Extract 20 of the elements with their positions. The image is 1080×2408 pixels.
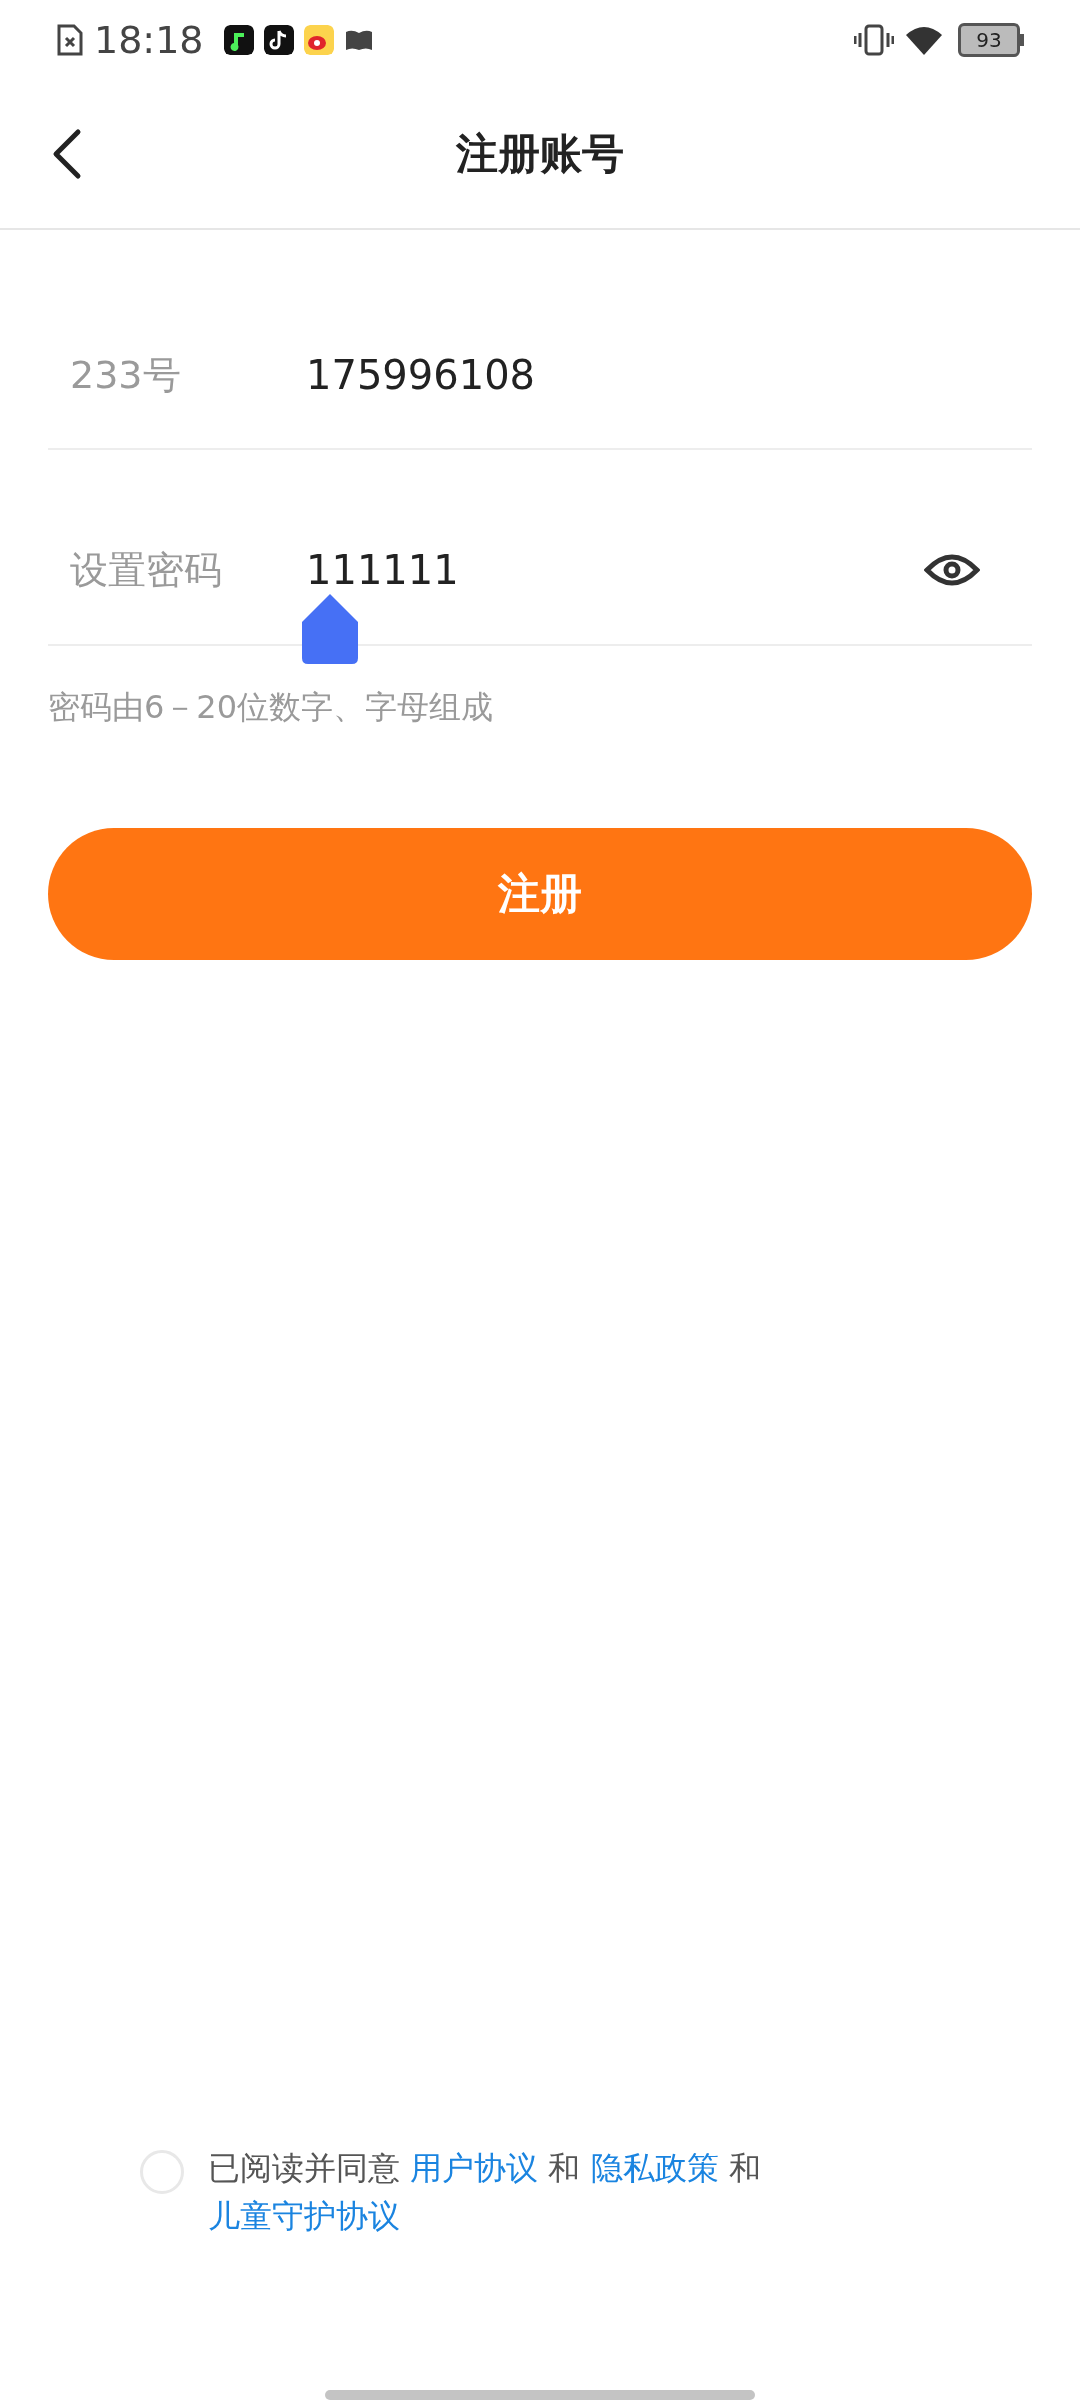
field-label: 233号: [69, 351, 182, 399]
agreement-link[interactable]: 隐私政策: [590, 2149, 719, 2187]
input-field[interactable]: 175996108: [306, 347, 1032, 403]
agreement-link[interactable]: 儿童守护协议: [208, 2197, 400, 2235]
battery-level: 93: [958, 23, 1020, 57]
register-button[interactable]: 注册: [48, 828, 1032, 960]
sim-icon: [56, 23, 84, 57]
page-title: 注册账号: [456, 128, 624, 180]
agreement-link[interactable]: 用户协议: [410, 2149, 539, 2187]
vibrate-icon: [854, 23, 894, 57]
password-hint: 密码由6－20位数字、字母组成: [48, 687, 495, 728]
note-app-icon: [263, 25, 294, 55]
input-field[interactable]: 111111: [306, 542, 924, 598]
music-app-icon: [223, 25, 254, 55]
field-label: 设置密码: [69, 546, 223, 594]
back-icon[interactable]: [52, 128, 82, 180]
status-time: 18:18: [94, 18, 204, 62]
agreement-text: 已阅读并同意 用户协议 和 隐私政策 和 儿童守护协议: [208, 2148, 762, 2237]
cursor-handle[interactable]: [302, 594, 358, 664]
eye-app-icon: [303, 25, 334, 55]
